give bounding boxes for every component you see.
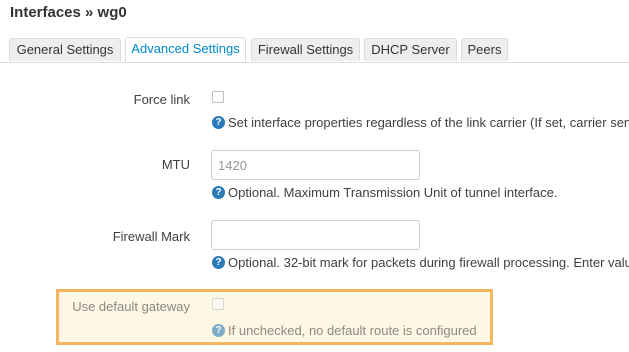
tab-general-settings[interactable]: General Settings [9, 38, 121, 61]
force-link-help-text: Set interface properties regardless of t… [228, 115, 629, 130]
default-gateway-label: Use default gateway [72, 299, 190, 314]
force-link-label: Force link [133, 92, 190, 107]
tab-firewall-settings[interactable]: Firewall Settings [251, 38, 360, 61]
firewall-mark-help: ? Optional. 32-bit mark for packets duri… [212, 255, 629, 270]
force-link-checkbox[interactable] [212, 91, 224, 103]
mtu-help: ? Optional. Maximum Transmission Unit of… [212, 185, 557, 200]
question-circle-icon: ? [212, 186, 225, 199]
page-title: Interfaces » wg0 [10, 4, 127, 21]
tab-peers[interactable]: Peers [461, 38, 508, 61]
question-circle-icon: ? [212, 116, 225, 129]
tab-bar: General Settings Advanced Settings Firew… [0, 37, 629, 63]
firewall-mark-label: Firewall Mark [112, 229, 190, 244]
default-gateway-help-text: If unchecked, no default route is config… [228, 323, 477, 338]
question-circle-icon: ? [212, 324, 225, 337]
question-circle-icon: ? [212, 256, 225, 269]
default-gateway-checkbox[interactable] [212, 298, 224, 310]
firewall-mark-help-text: Optional. 32-bit mark for packets during… [228, 255, 629, 270]
mtu-input[interactable] [211, 150, 420, 180]
firewall-mark-input[interactable] [211, 220, 420, 250]
mtu-help-text: Optional. Maximum Transmission Unit of t… [228, 185, 558, 200]
default-gateway-help: ? If unchecked, no default route is conf… [212, 323, 477, 338]
mtu-label: MTU [161, 157, 190, 172]
force-link-help: ? Set interface properties regardless of… [212, 115, 629, 130]
tab-dhcp-server[interactable]: DHCP Server [364, 38, 457, 61]
tab-advanced-settings[interactable]: Advanced Settings [125, 37, 246, 62]
